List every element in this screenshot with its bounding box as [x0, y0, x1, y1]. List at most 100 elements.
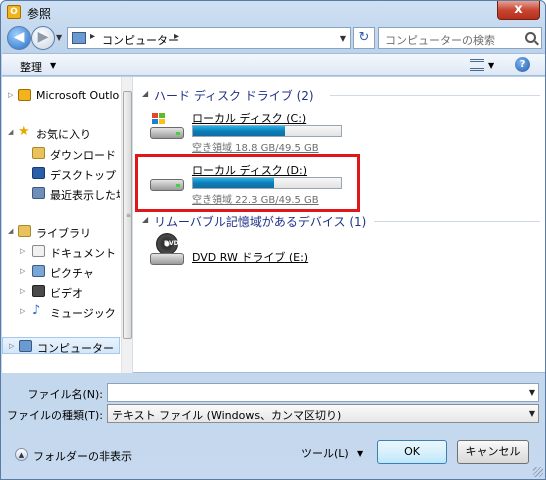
tree-label: ダウンロード: [50, 149, 116, 162]
navigation-bar: ◀ ▶ ▼ ▸ コンピューター ▸ ▼ ↻ コンピューターの検索: [1, 23, 545, 53]
tree-label: ビデオ: [50, 287, 83, 300]
desktop-icon: [32, 167, 45, 179]
address-dropdown-icon[interactable]: ▼: [340, 34, 346, 43]
group-divider: [374, 221, 540, 222]
tree-item-favorites[interactable]: ◢ ★ お気に入り: [2, 124, 120, 141]
change-view-icon[interactable]: [470, 59, 484, 71]
breadcrumb-computer[interactable]: コンピューター: [102, 32, 179, 48]
videos-icon: [32, 285, 45, 297]
tree-label: ドキュメント: [50, 247, 116, 260]
group-collapse-icon[interactable]: ◢: [142, 89, 148, 98]
drive-item-dvd[interactable]: DVD DVD RW ドライブ (E:): [134, 233, 545, 275]
organize-dropdown-icon[interactable]: ▼: [50, 61, 56, 70]
help-icon[interactable]: ?: [515, 57, 530, 72]
favorites-star-icon: ★: [18, 124, 30, 139]
expand-arrow-icon[interactable]: ▷: [9, 342, 14, 350]
dvd-drive-icon: DVD: [150, 233, 184, 269]
documents-icon: [32, 245, 45, 257]
filename-label: ファイル名(N):: [27, 388, 103, 401]
cancel-button[interactable]: キャンセル: [457, 440, 529, 464]
drive-usage-fill: [193, 126, 285, 136]
tree-item-music[interactable]: ▷ ♪ ミュージック: [2, 303, 120, 320]
filename-field[interactable]: ▼: [107, 383, 539, 402]
drive-item-c[interactable]: ローカル ディスク (C:) 空き領域 18.8 GB/49.5 GB: [134, 109, 545, 154]
scrollbar-thumb[interactable]: ≡: [123, 91, 132, 339]
close-button[interactable]: x: [497, 1, 540, 20]
collapse-arrow-icon[interactable]: ◢: [8, 227, 13, 235]
tree-label: 最近表示した場所: [50, 189, 120, 202]
music-icon: ♪: [32, 303, 41, 318]
tools-menu-button[interactable]: ツール(L): [301, 445, 349, 461]
collapse-arrow-icon[interactable]: ◢: [8, 128, 13, 136]
recent-places-icon: [32, 187, 45, 199]
tree-item-pictures[interactable]: ▷ ピクチャ: [2, 263, 120, 280]
address-bar[interactable]: ▸ コンピューター ▸ ▼: [67, 27, 351, 49]
file-list-pane: ◢ ハード ディスク ドライブ (2) ローカル ディスク (C:) 空き領域 …: [134, 77, 545, 373]
computer-icon: [72, 32, 86, 44]
filetype-select[interactable]: テキスト ファイル (Windows、カンマ区切り) ▼: [107, 404, 539, 423]
drive-free-space: 空き領域 22.3 GB/49.5 GB: [192, 195, 319, 206]
tree-label: ピクチャ: [50, 267, 94, 280]
drive-name[interactable]: ローカル ディスク (C:): [192, 110, 306, 126]
chevron-down-icon[interactable]: ▼: [529, 409, 535, 418]
group-title: リムーバブル記憶域があるデバイス (1): [154, 215, 367, 229]
tree-item-downloads[interactable]: ダウンロード: [2, 145, 120, 162]
drive-usage-bar: [192, 177, 342, 189]
expand-arrow-icon[interactable]: ▷: [20, 247, 25, 255]
hard-drive-icon: [150, 171, 184, 193]
tree-item-videos[interactable]: ▷ ビデオ: [2, 283, 120, 300]
drive-free-space: 空き領域 18.8 GB/49.5 GB: [192, 143, 319, 154]
search-icon[interactable]: [525, 32, 536, 43]
search-input[interactable]: コンピューターの検索: [378, 27, 542, 49]
expand-arrow-icon[interactable]: ▷: [20, 267, 25, 275]
tree-label: デスクトップ: [50, 169, 116, 182]
command-toolbar: 整理 ▼ ▼ ?: [2, 53, 545, 76]
tree-label: ミュージック: [50, 307, 116, 320]
libraries-icon: [18, 225, 31, 237]
expand-arrow-icon[interactable]: ▷: [8, 91, 13, 99]
tree-label: Microsoft Outlook: [36, 89, 120, 102]
expand-arrow-icon[interactable]: ▷: [20, 287, 25, 295]
forward-button[interactable]: ▶: [31, 26, 55, 50]
content-area: ▷ Microsoft Outlook ◢ ★ お気に入り ダウンロード デスク…: [2, 77, 545, 373]
drive-item-d[interactable]: ローカル ディスク (D:) 空き領域 22.3 GB/49.5 GB: [134, 161, 545, 206]
drive-name[interactable]: ローカル ディスク (D:): [192, 162, 307, 178]
recent-pages-dropdown-icon[interactable]: ▼: [56, 33, 62, 42]
breadcrumb-chevron-icon[interactable]: ▸: [90, 31, 95, 42]
expand-arrow-icon[interactable]: ▷: [20, 307, 25, 315]
tree-item-desktop[interactable]: デスクトップ: [2, 165, 120, 182]
filetype-label: ファイルの種類(T):: [6, 409, 103, 422]
outlook-icon: [18, 89, 31, 101]
windows-drive-icon: [150, 113, 184, 141]
group-title: ハード ディスク ドライブ (2): [154, 89, 314, 103]
refresh-button[interactable]: ↻: [353, 27, 375, 49]
navigation-pane-scrollbar[interactable]: ≡: [121, 77, 132, 373]
tree-item-documents[interactable]: ▷ ドキュメント: [2, 243, 120, 260]
tree-item-recent-places[interactable]: 最近表示した場所: [2, 185, 120, 202]
hide-folders-label: フォルダーの非表示: [33, 450, 132, 463]
group-collapse-icon[interactable]: ◢: [142, 215, 148, 224]
tree-item-computer[interactable]: ▷ コンピューター: [2, 337, 120, 354]
chevron-up-icon: ▲: [15, 448, 28, 461]
view-dropdown-icon[interactable]: ▼: [488, 61, 494, 70]
tree-label: ライブラリ: [36, 227, 91, 240]
pictures-icon: [32, 265, 45, 277]
filetype-value: テキスト ファイル (Windows、カンマ区切り): [112, 409, 342, 422]
ok-button[interactable]: OK: [377, 440, 447, 464]
title-bar: O 参照 x: [1, 1, 545, 23]
outlook-app-icon: O: [7, 5, 21, 19]
browse-dialog: O 参照 x ◀ ▶ ▼ ▸ コンピューター ▸ ▼ ↻ コンピューターの検索 …: [0, 0, 546, 480]
breadcrumb-chevron-icon[interactable]: ▸: [174, 31, 179, 42]
downloads-folder-icon: [32, 147, 45, 159]
navigation-pane: ▷ Microsoft Outlook ◢ ★ お気に入り ダウンロード デスク…: [2, 77, 133, 373]
drive-name[interactable]: DVD RW ドライブ (E:): [192, 249, 308, 265]
tree-item-libraries[interactable]: ◢ ライブラリ: [2, 223, 120, 240]
tools-dropdown-icon[interactable]: ▼: [357, 449, 363, 458]
computer-icon: [19, 340, 32, 352]
tree-item-outlook[interactable]: ▷ Microsoft Outlook: [2, 87, 120, 104]
chevron-down-icon[interactable]: ▼: [529, 388, 535, 397]
organize-button[interactable]: 整理: [20, 59, 42, 75]
resize-grip[interactable]: [533, 467, 543, 477]
drive-usage-fill: [193, 178, 275, 188]
back-button[interactable]: ◀: [7, 26, 31, 50]
